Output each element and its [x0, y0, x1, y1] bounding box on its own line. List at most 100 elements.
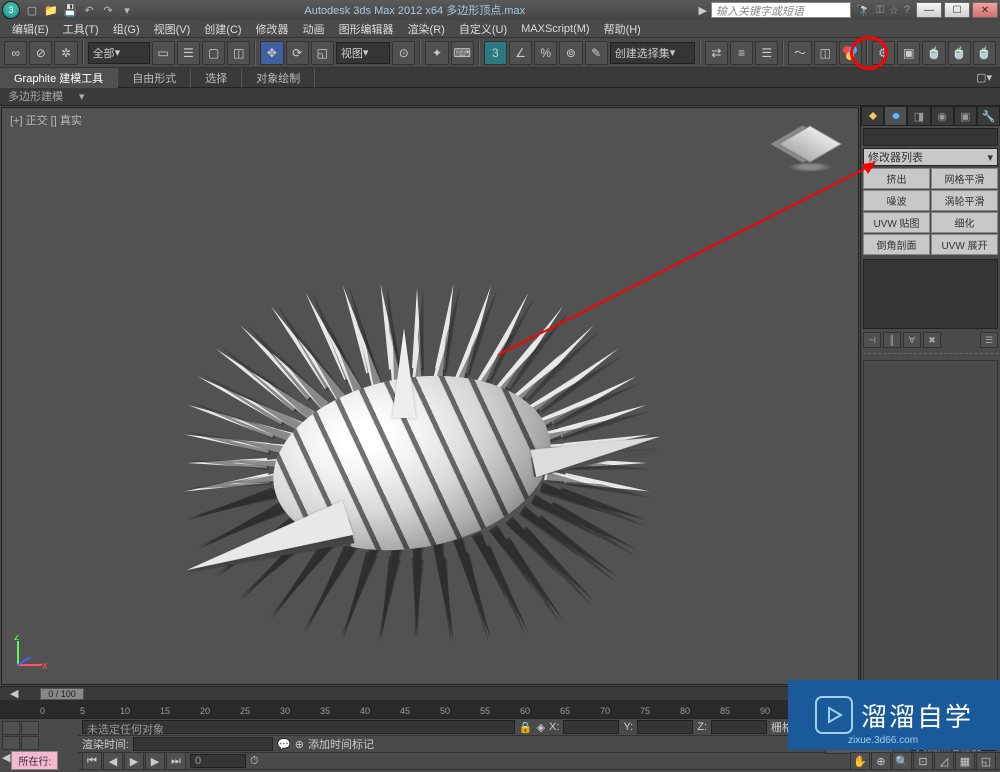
- fov-icon[interactable]: ◿: [934, 752, 954, 770]
- y-field[interactable]: [637, 720, 693, 734]
- cmdtab-hierarchy-icon[interactable]: ◨: [907, 106, 930, 126]
- angle-snap-icon[interactable]: ∠: [509, 41, 532, 65]
- edit-selset-icon[interactable]: ✎: [585, 41, 608, 65]
- render-iterative-icon[interactable]: 🍵: [948, 41, 971, 65]
- qat-redo-icon[interactable]: ↷: [100, 2, 116, 18]
- lock-icon[interactable]: [21, 736, 39, 750]
- align-icon[interactable]: ≡: [730, 41, 753, 65]
- ribbon-panel-polymodel[interactable]: 多边形建模: [8, 88, 63, 105]
- snap-toggle-icon[interactable]: 3: [484, 41, 507, 65]
- z-field[interactable]: [711, 720, 767, 734]
- favorite-icon[interactable]: ☆: [889, 4, 899, 17]
- menu-create[interactable]: 创建(C): [198, 20, 247, 38]
- layers-icon[interactable]: ☰: [755, 41, 778, 65]
- select-name-icon[interactable]: ☰: [177, 41, 200, 65]
- refcoord-select[interactable]: 视图 ▾: [336, 42, 390, 64]
- mod-meshsmooth[interactable]: 网格平滑: [931, 168, 998, 189]
- info-key-icon[interactable]: ⚿: [876, 4, 884, 17]
- schematic-view-icon[interactable]: ◫: [814, 41, 837, 65]
- current-frame-field[interactable]: 0: [190, 754, 246, 768]
- cmdtab-motion-icon[interactable]: ◉: [931, 106, 954, 126]
- object-name-field[interactable]: [863, 128, 998, 146]
- isolate-icon[interactable]: [2, 736, 20, 750]
- title-play-icon[interactable]: ▶: [698, 4, 706, 17]
- qat-open-icon[interactable]: 📁: [43, 2, 59, 18]
- ribbon-panel-dropdown-icon[interactable]: ▾: [79, 90, 85, 104]
- script-listener-icon[interactable]: [2, 721, 20, 735]
- select-scale-icon[interactable]: ◱: [311, 41, 334, 65]
- menu-group[interactable]: 组(G): [107, 20, 146, 38]
- select-move-icon[interactable]: ✥: [260, 41, 283, 65]
- close-button[interactable]: ✕: [972, 2, 998, 18]
- zoom-extents-icon[interactable]: ▦: [955, 752, 975, 770]
- menu-maxscript[interactable]: MAXScript(M): [515, 22, 595, 36]
- qat-new-icon[interactable]: ▢: [24, 2, 40, 18]
- pivot-icon[interactable]: ⊙: [392, 41, 415, 65]
- minimize-button[interactable]: —: [916, 2, 942, 18]
- cmdtab-modify-icon[interactable]: [884, 106, 907, 126]
- teapot-icon[interactable]: 🍵: [973, 41, 996, 65]
- goto-start-icon[interactable]: ⏮: [82, 752, 102, 770]
- arc-rotate-icon[interactable]: ⊕: [871, 752, 891, 770]
- mod-tessellate[interactable]: 细化: [931, 212, 998, 233]
- maxscript-mini-icon[interactable]: [21, 721, 39, 735]
- abs-rel-icon[interactable]: ◈: [537, 721, 545, 734]
- select-region-icon[interactable]: ▢: [202, 41, 225, 65]
- timeslider-left-icon[interactable]: ◀: [10, 687, 18, 700]
- goto-end-icon[interactable]: ⏭: [166, 752, 186, 770]
- menu-edit[interactable]: 编辑(E): [6, 20, 55, 38]
- keyboard-shortcut-icon[interactable]: ⌨: [451, 41, 474, 65]
- menu-grapheditor[interactable]: 图形编辑器: [333, 20, 400, 38]
- link-icon[interactable]: ∞: [4, 41, 27, 65]
- zoom-all-icon[interactable]: ⊡: [913, 752, 933, 770]
- cmdtab-create-icon[interactable]: [861, 106, 884, 126]
- ribbon-tab-freeform[interactable]: 自由形式: [118, 68, 191, 88]
- config-mod-icon[interactable]: ☰: [980, 332, 998, 348]
- next-frame-icon[interactable]: ▶: [145, 752, 165, 770]
- app-logo[interactable]: 3: [2, 1, 20, 19]
- named-selset-select[interactable]: 创建选择集 ▾: [610, 42, 695, 64]
- help-icon[interactable]: ?: [904, 4, 910, 17]
- menu-animation[interactable]: 动画: [297, 20, 331, 38]
- ribbon-tab-objectpaint[interactable]: 对象绘制: [242, 68, 315, 88]
- comm-center-icon[interactable]: 💬: [277, 738, 291, 751]
- ribbon-tab-selection[interactable]: 选择: [191, 68, 242, 88]
- menu-tools[interactable]: 工具(T): [57, 20, 105, 38]
- viewport[interactable]: [+] 正交 [] 真实 zx: [1, 107, 859, 685]
- qat-save-icon[interactable]: 💾: [62, 2, 78, 18]
- mirror-icon[interactable]: ⇄: [705, 41, 728, 65]
- lock-selection-icon[interactable]: 🔒: [519, 721, 533, 734]
- prev-tag-icon[interactable]: ◀: [2, 751, 10, 770]
- spinner-snap-icon[interactable]: ⊚: [559, 41, 582, 65]
- pan-icon[interactable]: ✋: [850, 752, 870, 770]
- rendered-frame-icon[interactable]: ▣: [897, 41, 920, 65]
- search-input[interactable]: 输入关键字或短语: [711, 2, 851, 18]
- bind-icon[interactable]: ✲: [54, 41, 77, 65]
- x-field[interactable]: [563, 720, 619, 734]
- add-timetag-icon[interactable]: ⊕: [295, 738, 304, 751]
- cmdtab-display-icon[interactable]: ▣: [954, 106, 977, 126]
- ribbon-tab-graphite[interactable]: Graphite 建模工具: [0, 68, 118, 88]
- select-rotate-icon[interactable]: ⟳: [286, 41, 309, 65]
- curve-editor-icon[interactable]: 〜: [788, 41, 811, 65]
- select-icon[interactable]: ▭: [152, 41, 175, 65]
- mod-turbosmooth[interactable]: 涡轮平滑: [931, 190, 998, 211]
- remove-mod-icon[interactable]: ✖: [923, 332, 941, 348]
- play-icon[interactable]: ▶: [124, 752, 144, 770]
- prev-frame-icon[interactable]: ◀: [103, 752, 123, 770]
- menu-rendering[interactable]: 渲染(R): [402, 20, 451, 38]
- current-row-button[interactable]: 所在行:: [11, 751, 58, 770]
- percent-snap-icon[interactable]: %: [534, 41, 557, 65]
- unlink-icon[interactable]: ⊘: [29, 41, 52, 65]
- render-production-icon[interactable]: 🍵: [922, 41, 945, 65]
- selection-filter-select[interactable]: 全部 ▾: [88, 42, 150, 64]
- menu-help[interactable]: 帮助(H): [598, 20, 647, 38]
- binoculars-icon[interactable]: 🔭: [857, 4, 871, 17]
- menu-view[interactable]: 视图(V): [148, 20, 197, 38]
- maximize-button[interactable]: ☐: [944, 2, 970, 18]
- manipulate-icon[interactable]: ✦: [425, 41, 448, 65]
- window-crossing-icon[interactable]: ◫: [227, 41, 250, 65]
- make-unique-icon[interactable]: ∀: [903, 332, 921, 348]
- menu-modifiers[interactable]: 修改器: [250, 20, 295, 38]
- viewport-label[interactable]: [+] 正交 [] 真实: [10, 112, 82, 128]
